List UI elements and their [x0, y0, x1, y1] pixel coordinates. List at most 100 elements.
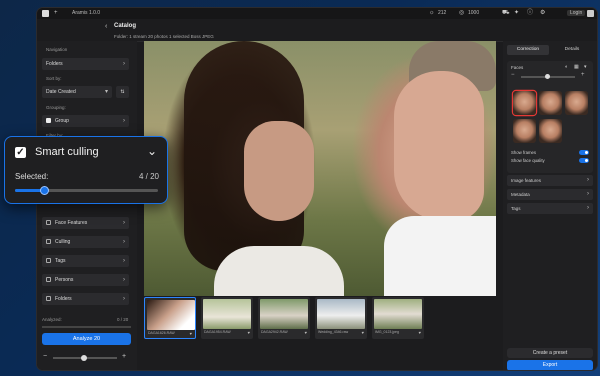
page-title: Catalog — [114, 23, 137, 29]
tab-details[interactable]: Details — [551, 45, 593, 55]
filmstrip: DAGA1626.RAW ♥ DAGA1954.RAW ♥ DAGA2942.R… — [140, 297, 500, 342]
zoom-slider-knob[interactable] — [81, 355, 87, 361]
filter-checkbox[interactable] — [46, 277, 51, 283]
face-thumbnail[interactable] — [513, 119, 536, 143]
grid-icon[interactable]: ▦ — [574, 64, 579, 70]
thumb-caption: DAGA1626.RAW — [148, 331, 175, 335]
chevron-right-icon: › — [123, 61, 125, 67]
gear-icon[interactable]: ⚙ — [540, 10, 545, 17]
face-size-slider[interactable] — [521, 74, 575, 79]
show-face-quality-toggle[interactable] — [579, 158, 589, 163]
selection-slider[interactable] — [15, 186, 158, 195]
sidebar-toggle-icon[interactable] — [42, 10, 49, 17]
faces-label: Faces — [511, 65, 524, 70]
filter-culling[interactable]: Culling › — [42, 236, 129, 248]
filter-persons[interactable]: Persons › — [42, 274, 129, 286]
filter-label-text: Folders — [55, 296, 72, 302]
heart-icon[interactable]: ♥ — [305, 330, 307, 335]
row-label: Image features — [511, 178, 542, 183]
sort-order-button[interactable]: ⇅ — [116, 86, 129, 98]
back-icon[interactable]: ‹ — [105, 23, 107, 30]
login-button[interactable]: Login — [567, 10, 586, 16]
filmstrip-thumb[interactable]: DAGA1954.RAW ♥ — [201, 297, 253, 339]
zoom-in-icon[interactable]: + — [122, 353, 126, 360]
chevron-right-icon: › — [123, 277, 125, 283]
tab-correction[interactable]: Correction — [507, 45, 549, 55]
face-view-icon[interactable]: ◐ — [565, 64, 568, 70]
chevron-right-icon: › — [587, 177, 589, 183]
image-features-row[interactable]: Image features › — [507, 175, 593, 186]
filmstrip-thumb[interactable]: DAGA2942.RAW ♥ — [258, 297, 310, 339]
filter-checkbox[interactable] — [46, 220, 51, 226]
chevron-right-icon: › — [587, 191, 589, 197]
filmstrip-thumb[interactable]: Wedding_4346.raw ♥ — [315, 297, 367, 339]
filter-folders[interactable]: Folders › — [42, 293, 129, 305]
face-thumbnail[interactable] — [539, 119, 562, 143]
zoom-slider[interactable] — [53, 355, 117, 361]
chevron-right-icon: › — [587, 205, 589, 211]
selected-count: 4 / 20 — [138, 172, 159, 181]
main-photo-viewer[interactable] — [144, 41, 496, 296]
chevron-right-icon: › — [123, 118, 125, 124]
info-icon[interactable]: ⓘ — [527, 10, 533, 17]
app-name: Aramis 1.0.0 — [72, 10, 101, 16]
sun-icon[interactable]: ☼ — [429, 10, 435, 17]
create-preset-button[interactable]: Create a preset — [507, 348, 593, 358]
show-frames-toggle[interactable] — [579, 150, 589, 155]
thumb-caption: Wedding_4346.raw — [318, 330, 349, 334]
face-size-knob[interactable] — [545, 74, 550, 79]
face-thumbnail[interactable] — [513, 91, 536, 115]
heart-icon[interactable]: ♥ — [248, 330, 250, 335]
filter-checkbox[interactable] — [46, 296, 51, 302]
thumb-image — [147, 300, 195, 330]
selection-slider-knob[interactable] — [40, 186, 49, 195]
filmstrip-thumb[interactable]: DAGA1626.RAW ♥ — [144, 297, 196, 339]
filter-checkbox[interactable] — [46, 258, 51, 264]
face-thumbnail[interactable] — [539, 91, 562, 115]
star-icon[interactable]: ✦ — [514, 10, 519, 17]
sort-select[interactable]: Date Created ▾ — [42, 86, 112, 98]
chevron-down-icon[interactable]: ⌄ — [147, 144, 157, 158]
cart-icon[interactable]: ⛟ — [502, 10, 510, 17]
title-bar: + Aramis 1.0.0 ☼ 212 ◎ 1000 ⛟ ✦ ⓘ ⚙ Logi… — [37, 8, 597, 19]
coin-icon[interactable]: ◎ — [459, 10, 464, 17]
heart-icon[interactable]: ♥ — [419, 330, 421, 335]
smart-culling-title: Smart culling — [35, 146, 99, 158]
thumb-caption: IMG_0123.jpeg — [375, 330, 399, 334]
filter-label-text: Face Features — [55, 220, 88, 226]
smart-culling-checkbox[interactable]: ✓ — [15, 147, 26, 158]
minus-icon[interactable]: − — [511, 72, 515, 78]
group-checkbox[interactable] — [46, 118, 51, 124]
right-panel: Correction Details Faces ◐ ▦ ▾ − + Show … — [503, 41, 597, 370]
filter-checkbox[interactable] — [46, 239, 51, 245]
filter-face-features[interactable]: Face Features › — [42, 217, 129, 229]
photo-dress — [214, 246, 344, 296]
chevron-right-icon: › — [123, 239, 125, 245]
filmstrip-thumb[interactable]: IMG_0123.jpeg ♥ — [372, 297, 424, 339]
filter-label-text: Persons — [55, 277, 74, 283]
smart-culling-popup: ✓ Smart culling ⌄ Selected: 4 / 20 — [4, 136, 168, 204]
chevron-down-icon[interactable]: ▾ — [584, 64, 587, 70]
tags-row[interactable]: Tags › — [507, 203, 593, 214]
analyze-button[interactable]: Analyze 20 — [42, 333, 131, 345]
row-label: Tags — [511, 206, 521, 211]
plus-icon[interactable]: + — [581, 72, 585, 78]
sort-label: Sort by: — [46, 76, 62, 81]
chevron-right-icon: › — [123, 258, 125, 264]
analyzed-progress — [42, 326, 131, 328]
heart-icon[interactable]: ♥ — [362, 330, 364, 335]
sort-order-icon: ⇅ — [120, 89, 125, 95]
show-face-quality-label: Show face quality — [511, 158, 545, 163]
group-label: Group — [55, 118, 69, 124]
add-icon[interactable]: + — [54, 10, 58, 17]
chevron-right-icon: › — [123, 296, 125, 302]
group-toggle[interactable]: Group › — [42, 115, 129, 127]
metadata-row[interactable]: Metadata › — [507, 189, 593, 200]
panel-toggle-icon[interactable] — [587, 10, 594, 17]
heart-icon[interactable]: ♥ — [190, 331, 192, 336]
sidebar-item-folders[interactable]: Folders › — [42, 58, 129, 70]
face-thumbnail[interactable] — [565, 91, 588, 115]
filter-tags[interactable]: Tags › — [42, 255, 129, 267]
zoom-out-icon[interactable]: − — [43, 353, 47, 360]
export-button[interactable]: Export — [507, 360, 593, 370]
